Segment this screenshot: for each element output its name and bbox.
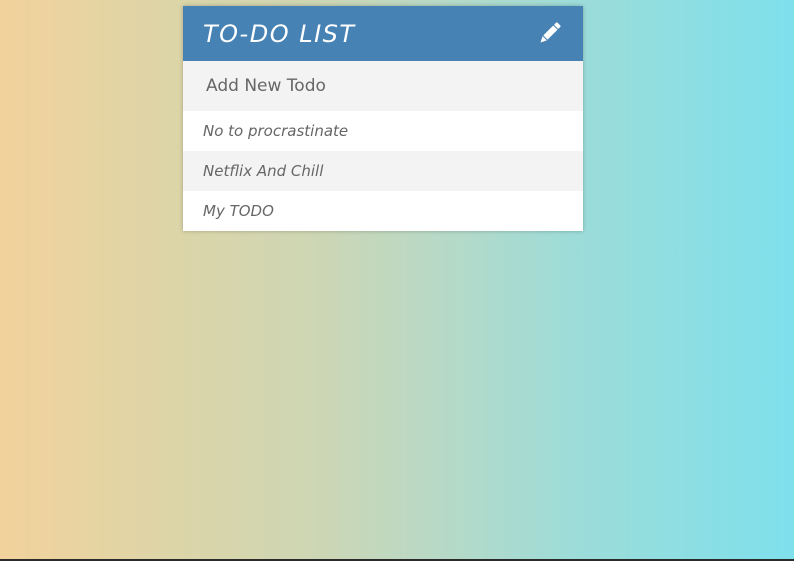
todo-item[interactable]: Netflix And Chill — [183, 151, 583, 191]
card-header: TO-DO LIST — [183, 6, 583, 61]
page-title: TO-DO LIST — [203, 19, 356, 48]
add-todo-input[interactable] — [183, 61, 583, 111]
pencil-icon[interactable] — [535, 20, 563, 48]
todo-item[interactable]: My TODO — [183, 191, 583, 231]
todo-list: No to procrastinate Netflix And Chill My… — [183, 111, 583, 231]
todo-card: TO-DO LIST No to procrastinate Netflix A… — [183, 6, 583, 231]
todo-item[interactable]: No to procrastinate — [183, 111, 583, 151]
